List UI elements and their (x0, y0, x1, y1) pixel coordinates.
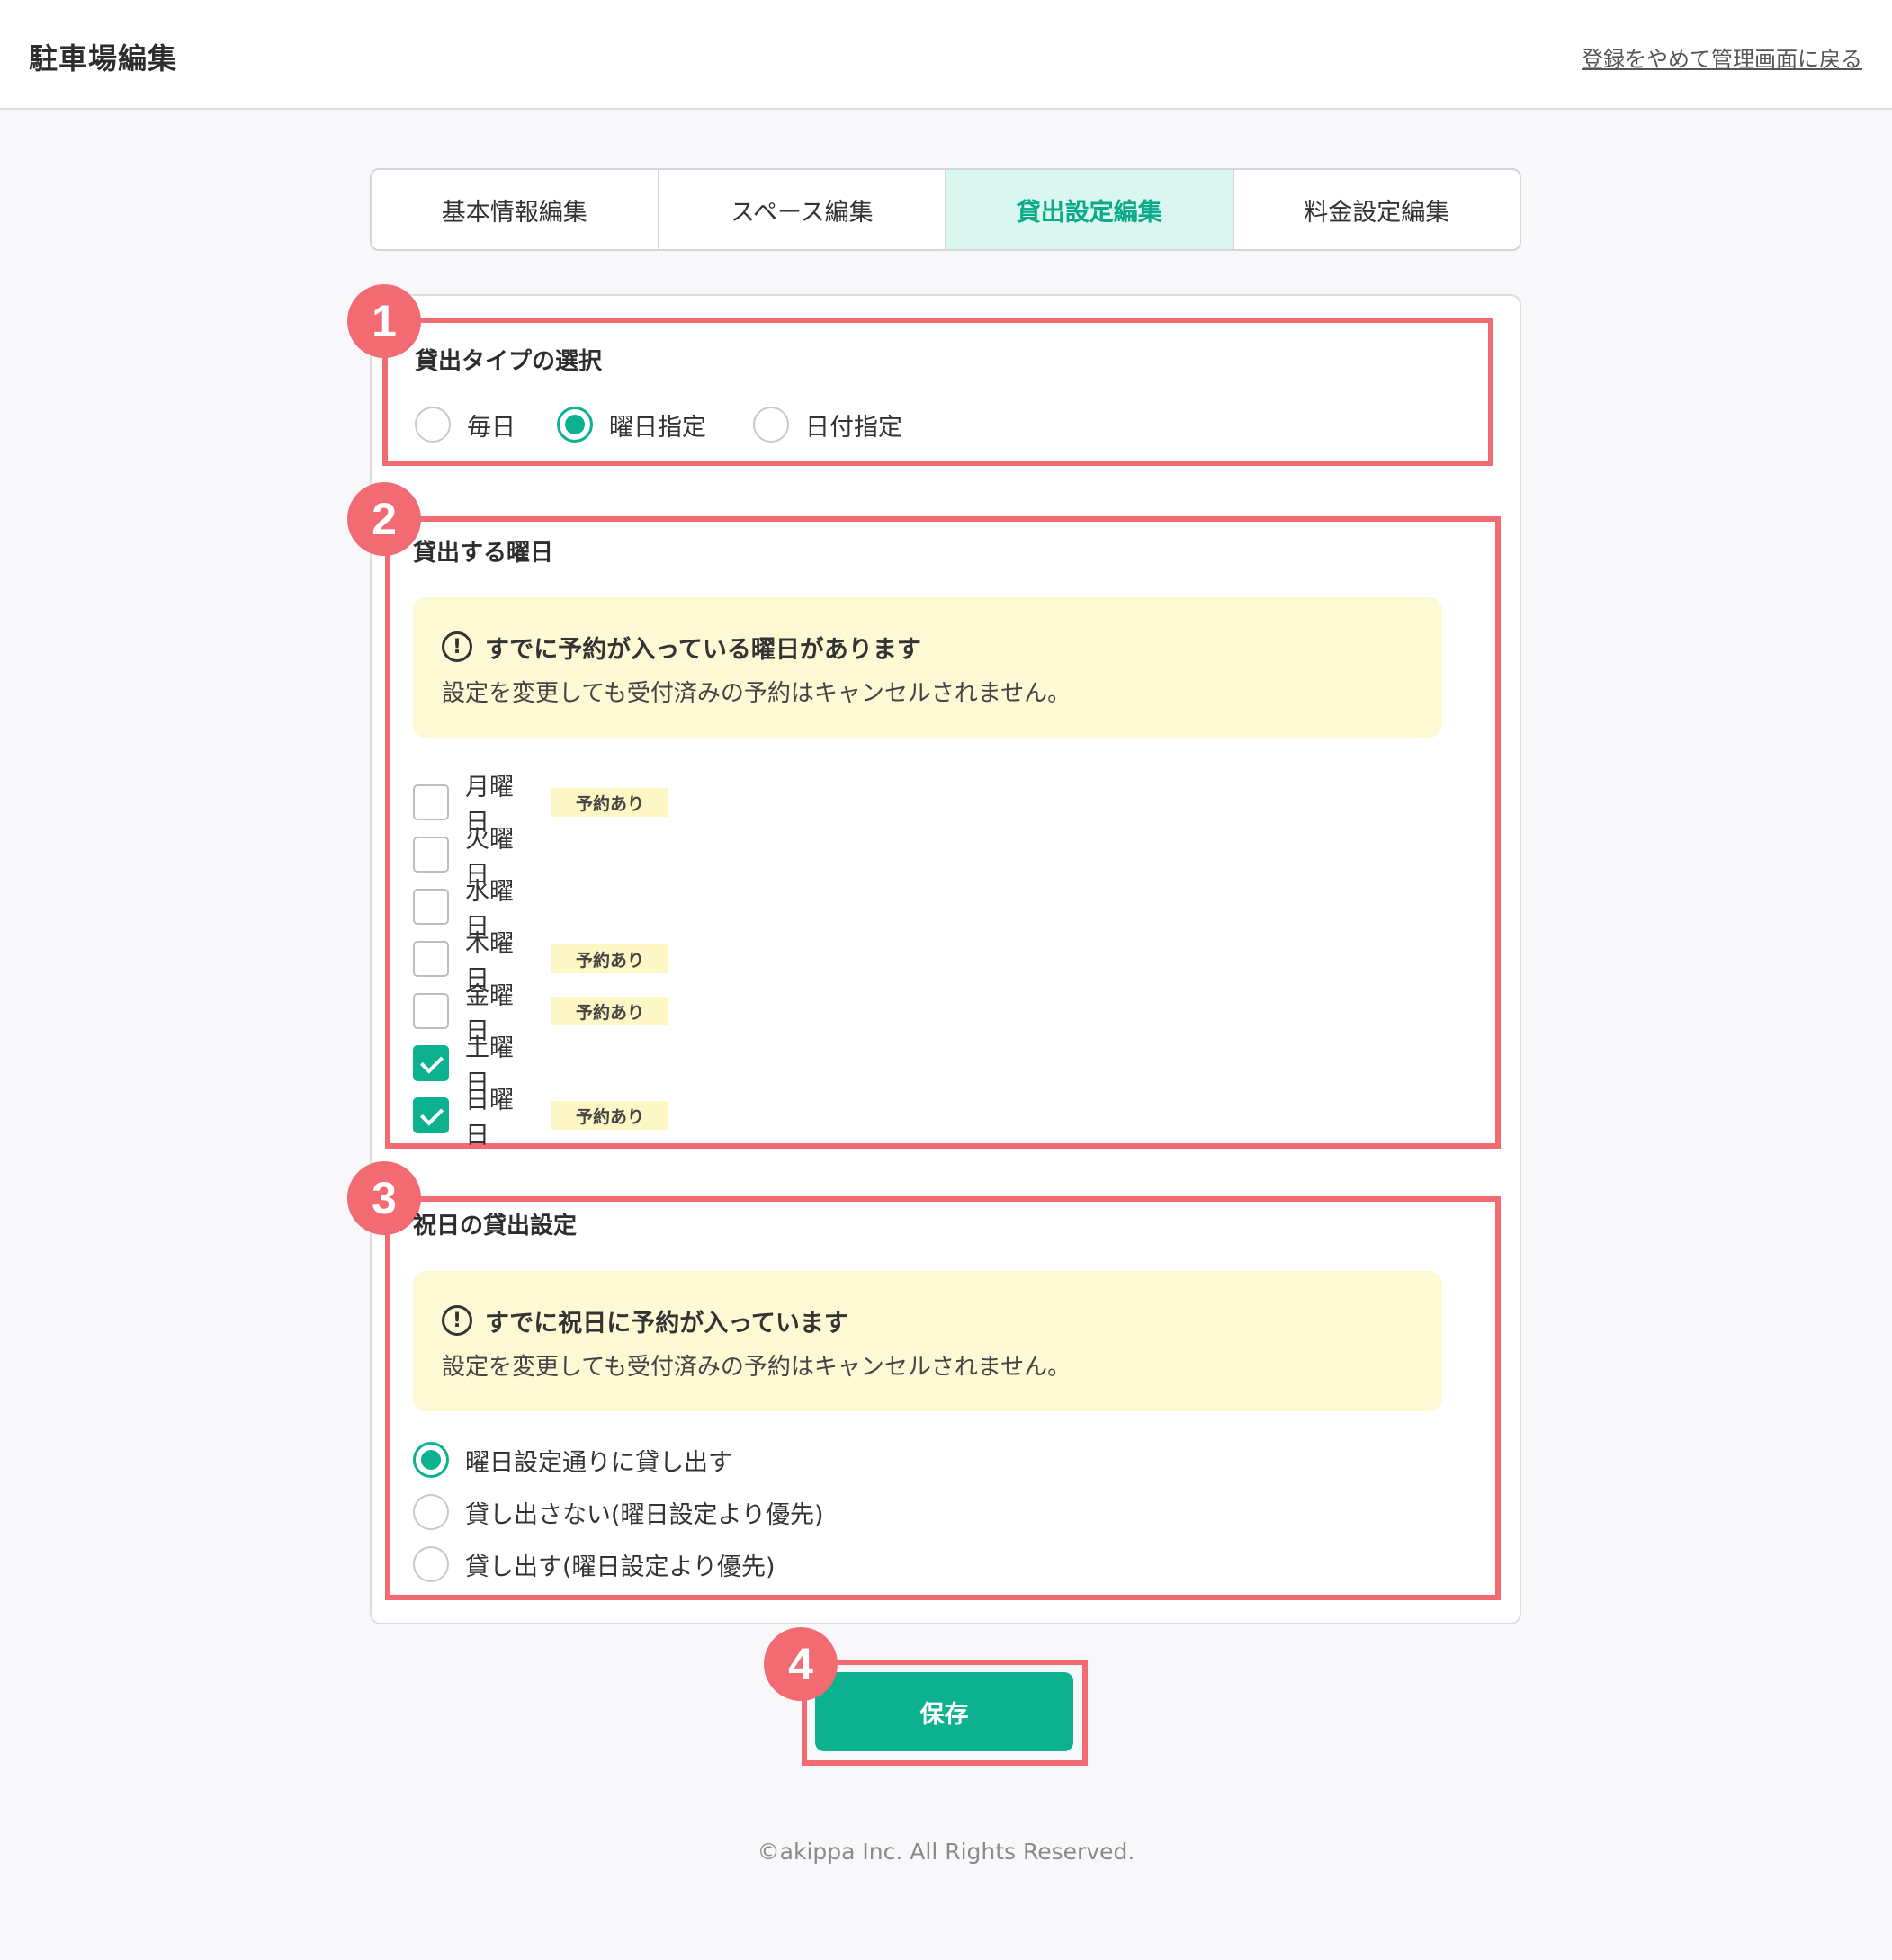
radio-button[interactable] (753, 407, 789, 443)
radio-button[interactable] (413, 1494, 449, 1530)
checkbox[interactable] (413, 837, 449, 873)
exclamation-circle-icon: ! (442, 631, 472, 662)
radio-label: 日付指定 (805, 413, 902, 442)
checkbox-checked[interactable] (413, 1045, 449, 1081)
reserved-badge: 予約あり (551, 997, 668, 1025)
notice-text: 設定を変更しても受付済みの予約はキャンセルされません。 (442, 680, 1072, 707)
notice-title: すでに祝日に予約が入っています (485, 1310, 848, 1338)
reserved-badge: 予約あり (551, 1101, 668, 1130)
rental-type-option-daily[interactable]: 毎日 (415, 407, 516, 443)
checkbox[interactable] (413, 993, 449, 1029)
annotation-badge-3: 3 (347, 1161, 421, 1235)
tab-space[interactable]: スペース編集 (659, 170, 946, 249)
holiday-notice: ! すでに祝日に予約が入っています 設定を変更しても受付済みの予約はキャンセルさ… (413, 1271, 1442, 1411)
back-to-admin-link[interactable]: 登録をやめて管理画面に戻る (1582, 41, 1862, 73)
radio-button[interactable] (415, 407, 451, 443)
annotation-badge-4: 4 (764, 1627, 838, 1701)
edit-tabs: 基本情報編集 スペース編集 貸出設定編集 料金設定編集 (370, 168, 1521, 251)
holiday-option-follow-weekday[interactable]: 曜日設定通りに貸し出す (413, 1442, 732, 1478)
save-button[interactable]: 保存 (815, 1672, 1073, 1751)
checkbox[interactable] (413, 889, 449, 925)
notice-title: すでに予約が入っている曜日があります (485, 636, 921, 664)
annotation-badge-2: 2 (347, 482, 421, 556)
radio-label: 曜日設定通りに貸し出す (465, 1448, 732, 1477)
holiday-title: 祝日の貸出設定 (413, 1213, 578, 1240)
rental-type-title: 貸出タイプの選択 (415, 348, 603, 375)
checkbox[interactable] (413, 941, 449, 977)
page-title: 駐車場編集 (29, 41, 178, 76)
reserved-badge: 予約あり (551, 944, 668, 973)
rental-type-option-date[interactable]: 日付指定 (753, 407, 902, 443)
holiday-option-rent[interactable]: 貸し出す(曜日設定より優先) (413, 1546, 776, 1582)
radio-button-selected[interactable] (413, 1442, 449, 1478)
exclamation-circle-icon: ! (442, 1305, 472, 1336)
notice-text: 設定を変更しても受付済みの予約はキャンセルされません。 (442, 1354, 1072, 1381)
weekdays-notice: ! すでに予約が入っている曜日があります 設定を変更しても受付済みの予約はキャン… (413, 597, 1442, 738)
radio-button[interactable] (413, 1546, 449, 1582)
checkbox-checked[interactable] (413, 1097, 449, 1133)
radio-label: 貸し出さない(曜日設定より優先) (465, 1500, 824, 1529)
tab-rental-settings[interactable]: 貸出設定編集 (946, 170, 1234, 249)
tab-price-settings[interactable]: 料金設定編集 (1234, 170, 1520, 249)
page-header: 駐車場編集 登録をやめて管理画面に戻る (0, 0, 1892, 110)
radio-label: 貸し出す(曜日設定より優先) (465, 1553, 776, 1581)
radio-button-selected[interactable] (557, 407, 593, 443)
radio-label: 曜日指定 (609, 413, 706, 442)
holiday-option-not-rent[interactable]: 貸し出さない(曜日設定より優先) (413, 1494, 824, 1530)
weekdays-title: 貸出する曜日 (413, 540, 554, 567)
checkbox[interactable] (413, 784, 449, 820)
reserved-badge: 予約あり (551, 788, 668, 817)
checkbox-label: 日曜日 (465, 1087, 514, 1150)
rental-type-option-weekday[interactable]: 曜日指定 (557, 407, 706, 443)
tab-basic-info[interactable]: 基本情報編集 (372, 170, 659, 249)
highlight-box-1 (382, 318, 1493, 466)
weekday-sunday[interactable]: 日曜日 予約あり (413, 1080, 668, 1150)
annotation-badge-1: 1 (347, 284, 421, 358)
footer-copyright: ©akippa Inc. All Rights Reserved. (757, 1839, 1135, 1865)
radio-label: 毎日 (467, 413, 516, 442)
